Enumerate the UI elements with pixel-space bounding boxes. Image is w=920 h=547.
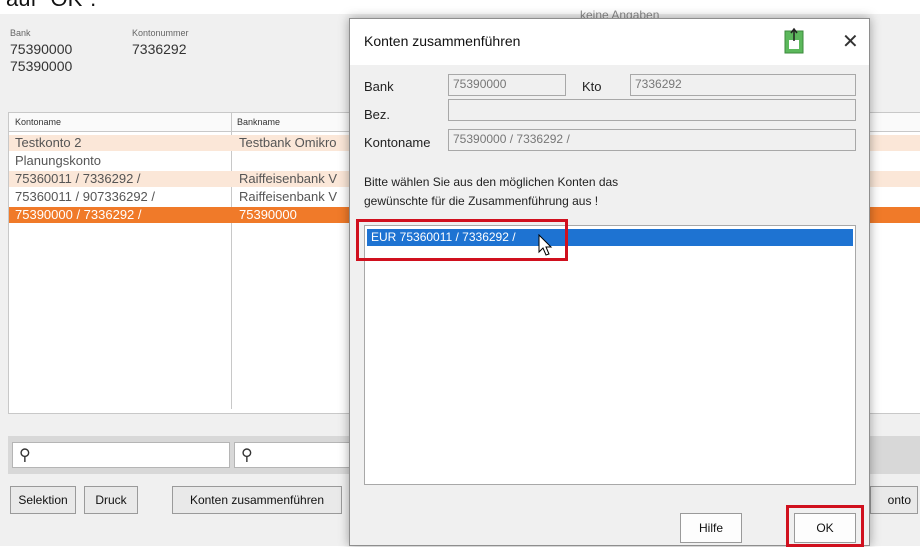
cell-kontoname: 75390000 / 7336292 /	[15, 207, 142, 222]
dialog-bez-label: Bez.	[364, 107, 391, 122]
filter-input-kontoname[interactable]: ⚲	[12, 442, 230, 468]
dialog-bez-field[interactable]	[448, 99, 856, 121]
print-button-label: Druck	[95, 493, 127, 507]
cell-bankname: Raiffeisenbank V	[239, 171, 338, 186]
green-app-icon	[784, 27, 804, 55]
column-header-kontoname[interactable]: Kontoname	[15, 117, 61, 127]
dialog-kontoname-label: Kontoname	[364, 135, 431, 150]
filter-input-bankname[interactable]: ⚲	[234, 442, 356, 468]
cell-kontoname: Testkonto 2	[15, 135, 82, 150]
highlight-box-list-item	[356, 219, 568, 261]
help-button-label: Hilfe	[698, 521, 723, 535]
print-button[interactable]: Druck	[84, 486, 138, 514]
dialog-title-bar[interactable]: Konten zusammenführen ✕	[350, 19, 869, 65]
account-listbox[interactable]: EUR 75360011 / 7336292 /	[364, 225, 856, 485]
dialog-title: Konten zusammenführen	[364, 33, 521, 49]
account-value: 7336292	[132, 41, 187, 57]
cell-bankname: 75390000	[239, 207, 297, 222]
konto-button-label: onto	[887, 493, 911, 507]
bank-value-1: 75390000	[10, 41, 73, 57]
instruction-line-2: gewünschte für die Zusammenführung aus !	[364, 194, 599, 208]
cell-kontoname: Planungskonto	[15, 153, 102, 168]
caption-text: auf "OK".	[6, 0, 96, 12]
close-icon[interactable]: ✕	[842, 29, 859, 54]
cell-bankname: Raiffeisenbank V	[239, 189, 338, 204]
dialog-kto-field[interactable]: 7336292	[630, 74, 856, 96]
dialog-bank-field[interactable]: 75390000	[448, 74, 566, 96]
search-icon: ⚲	[241, 447, 253, 464]
account-number-label: Kontonummer	[132, 28, 189, 38]
dialog-bank-label: Bank	[364, 79, 394, 94]
bank-value-2: 75390000	[10, 58, 73, 74]
dialog-kto-label: Kto	[582, 79, 602, 94]
highlight-box-ok	[786, 505, 864, 547]
help-button[interactable]: Hilfe	[680, 513, 742, 543]
instruction-line-1: Bitte wählen Sie aus den möglichen Konte…	[364, 175, 619, 189]
mouse-cursor-icon	[538, 233, 554, 263]
dialog-kontoname-field[interactable]: 75390000 / 7336292 /	[448, 129, 856, 151]
cell-bankname: Testbank Omikro	[239, 135, 337, 150]
cell-kontoname: 75360011 / 907336292 /	[15, 189, 156, 204]
merge-accounts-dialog: Konten zusammenführen ✕ Bank 75390000 Kt…	[349, 18, 870, 547]
cell-kontoname: 75360011 / 7336292 /	[15, 171, 141, 186]
selection-button[interactable]: Selektion	[10, 486, 76, 514]
search-icon: ⚲	[19, 447, 31, 464]
konto-button[interactable]: onto	[870, 486, 918, 514]
column-header-bankname[interactable]: Bankname	[237, 117, 280, 127]
selection-button-label: Selektion	[18, 493, 68, 507]
bank-label: Bank	[10, 28, 31, 38]
merge-accounts-button[interactable]: Konten zusammenführen	[172, 486, 342, 514]
merge-accounts-button-label: Konten zusammenführen	[189, 493, 325, 507]
